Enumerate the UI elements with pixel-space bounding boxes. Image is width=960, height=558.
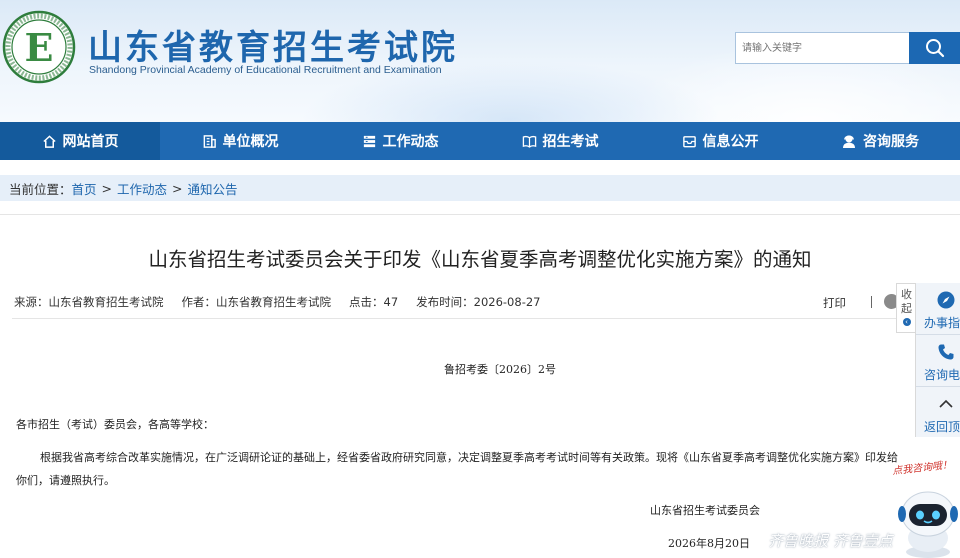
user-service-icon [843, 135, 855, 148]
salutation: 各市招生（考试）委员会，各高等学校： [16, 418, 214, 431]
main-nav: 网站首页 单位概况 工作动态 招生考试 信息公开 咨询服务 [0, 122, 960, 160]
meta-clicks: 点击：47 [349, 295, 399, 309]
side-item-label: 咨询电 [924, 368, 960, 382]
breadcrumb-separator: > [101, 180, 113, 196]
nav-item-label: 信息公开 [702, 134, 759, 150]
nav-item-exams[interactable]: 招生考试 [480, 122, 640, 160]
site-subtitle: Shandong Provincial Academy of Education… [89, 64, 442, 76]
breadcrumb-link-notices[interactable]: 通知公告 [188, 179, 238, 198]
search-box [735, 32, 960, 64]
breadcrumb-link-news[interactable]: 工作动态 [117, 179, 167, 198]
nav-item-label: 网站首页 [62, 134, 119, 150]
compass-icon [937, 291, 955, 309]
breadcrumb-link-home[interactable]: 首页 [72, 179, 97, 198]
site-header: E 山东省教育招生考试院 Shandong Provincial Academy… [0, 0, 960, 122]
print-button[interactable]: 打印 [823, 295, 846, 311]
meta-separator [871, 296, 872, 308]
book-icon [522, 135, 536, 148]
site-title[interactable]: 山东省教育招生考试院 [88, 20, 458, 69]
nav-item-consult[interactable]: 咨询服务 [800, 122, 960, 160]
signer: 山东省招生考试委员会 [650, 504, 760, 517]
divider [0, 214, 960, 215]
logo-letter: E [25, 25, 54, 70]
phone-icon [938, 344, 954, 360]
side-item-back-to-top[interactable]: 返回顶 [916, 387, 960, 437]
side-item-label: 办事指 [924, 316, 960, 330]
breadcrumb-label: 当前位置： [9, 181, 72, 197]
inbox-icon [682, 135, 696, 147]
document-date: 2026年8月20日 [668, 537, 750, 550]
article-title: 山东省招生考试委员会关于印发《山东省夏季高考调整优化实施方案》的通知 [148, 248, 812, 271]
meta-source: 来源：山东省教育招生考试院 [14, 295, 164, 309]
nav-item-home[interactable]: 网站首页 [0, 122, 160, 160]
search-button[interactable] [909, 32, 960, 64]
watermark: 齐鲁晚报 齐鲁壹点 [768, 532, 893, 550]
nav-item-info[interactable]: 信息公开 [640, 122, 800, 160]
home-icon [42, 134, 56, 148]
nav-item-label: 单位概况 [222, 134, 279, 150]
breadcrumb: 当前位置： 首页 > 工作动态 > 通知公告 [0, 175, 960, 201]
collapse-panel-button[interactable]: 收起 ‹ [896, 283, 916, 333]
breadcrumb-separator: > [172, 180, 183, 196]
search-icon [925, 39, 944, 58]
nav-item-label: 咨询服务 [863, 134, 919, 150]
chevron-up-icon [939, 399, 953, 408]
collapse-arrow-icon: ‹ [902, 318, 911, 326]
document-number: 鲁招考委〔2026〕2号 [444, 363, 556, 376]
robot-assistant-icon[interactable] [896, 480, 960, 558]
nav-item-news[interactable]: 工作动态 [320, 122, 480, 160]
collapse-label: 收起 [901, 288, 912, 315]
side-item-label: 返回顶 [924, 420, 960, 434]
nav-item-label: 工作动态 [382, 134, 439, 150]
academy-logo[interactable]: E [2, 10, 76, 84]
divider [12, 318, 912, 319]
search-input[interactable] [735, 32, 909, 64]
meta-author: 作者：山东省教育招生考试院 [181, 295, 332, 309]
building-icon [203, 134, 216, 148]
nav-item-label: 招生考试 [542, 134, 599, 150]
meta-publish-time: 发布时间：2026-08-27 [416, 295, 541, 309]
article-meta: 来源：山东省教育招生考试院 作者：山东省教育招生考试院 点击：47 发布时间：2… [14, 294, 558, 310]
article-body: 根据我省高考综合改革实施情况，在广泛调研论证的基础上，经省委省政府研究同意，决定… [16, 451, 898, 487]
side-item-guide[interactable]: 办事指 [916, 283, 960, 333]
side-item-phone[interactable]: 咨询电 [916, 335, 960, 385]
side-panel: 办事指 咨询电 返回顶 [915, 283, 960, 437]
nav-item-about[interactable]: 单位概况 [160, 122, 320, 160]
list-icon [363, 135, 375, 147]
